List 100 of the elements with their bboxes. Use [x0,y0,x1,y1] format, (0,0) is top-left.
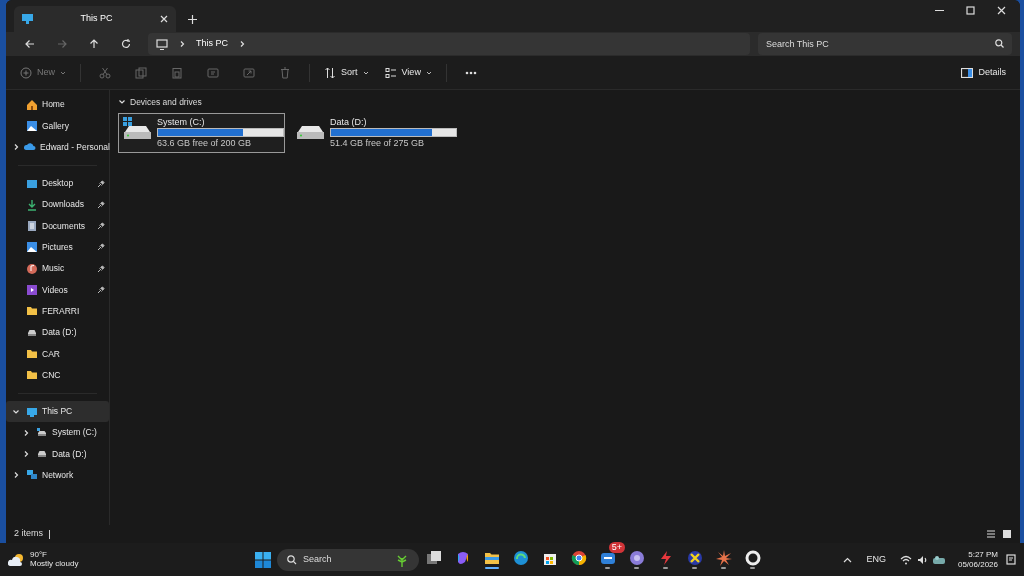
sidebar-item[interactable]: This PC [6,400,109,423]
temperature: 90°F [30,550,48,560]
caret-icon [425,69,432,76]
maximize-icon[interactable] [966,6,975,15]
sidebar-item[interactable]: Data (D:) [6,443,109,465]
more-icon[interactable] [464,70,477,75]
details-button[interactable]: Details [955,62,1012,83]
taskbar-search[interactable]: Search [277,548,419,571]
chevron-up-icon[interactable] [843,556,853,563]
cross-circle-icon[interactable] [686,550,703,566]
hard-drive-icon [295,125,325,139]
notification-icon[interactable] [1006,554,1016,565]
free-space-text: 51.4 GB free of 275 GB [330,138,426,149]
drive-icon [36,426,48,439]
new-tab-icon[interactable] [188,15,197,24]
video-icon [26,284,38,296]
details-pane-icon [961,67,974,78]
monitor-icon [156,38,168,50]
sidebar-item[interactable]: Videos [6,279,109,301]
windows-stack-icon[interactable] [425,550,442,566]
up-arrow-icon[interactable] [88,38,100,50]
picture-icon [26,241,38,254]
sidebar-item[interactable]: Gallery [6,115,109,137]
folder-icon [26,369,38,382]
drive-tile[interactable]: System (C:) 63.6 GB free of 200 GB [118,112,285,153]
sidebar-item[interactable]: Downloads [6,194,109,216]
address-bar[interactable]: This PC [148,33,750,55]
section-header[interactable]: Devices and drives [118,96,202,109]
language-indicator[interactable]: ENG [866,552,886,567]
search-field[interactable]: Search This PC [758,33,1012,55]
free-space-text: 63.6 GB free of 200 GB [157,138,253,149]
sidebar-item[interactable]: Edward - Personal [6,136,109,158]
sidebar-item[interactable]: Music [6,258,109,280]
disc-icon[interactable] [628,550,645,566]
delete-icon[interactable] [279,66,291,79]
time: 5:27 PM [968,549,998,560]
sidebar-item[interactable]: Data (D:) [6,321,109,344]
back-icon[interactable] [24,38,36,50]
sort-icon [324,66,336,79]
folder-icon [26,347,38,360]
sidebar-item[interactable]: Pictures [6,236,109,259]
details-view-icon[interactable] [986,529,996,539]
view-icon [384,66,397,79]
weather-widget[interactable]: 90°F Mostly cloudy [8,550,248,569]
drive-tile[interactable]: Data (D:) 51.4 GB free of 275 GB [291,112,458,153]
network-icon [26,469,38,482]
close-icon[interactable] [997,6,1006,15]
start-icon[interactable] [254,551,271,568]
chat-icon[interactable] [599,550,616,566]
sidebar-item[interactable]: System (C:) [6,422,109,444]
folder-icon [26,305,38,318]
music-icon [26,262,38,275]
notification-badge: 5+ [608,541,625,553]
download-icon [26,198,38,211]
breadcrumb: This PC [196,37,228,51]
sidebar-item[interactable]: FERARRI [6,300,109,322]
drive-name: Data (D:) [330,116,368,128]
monitor-icon [22,14,33,24]
caret-icon [60,69,66,76]
hard-drive-icon [122,116,152,139]
house-icon [26,98,38,111]
wifi-icon[interactable] [899,554,912,565]
sidebar-item[interactable]: Desktop [6,172,109,195]
close-icon[interactable] [160,15,168,23]
date: 05/06/2026 [957,559,998,570]
chevron-icon [178,40,186,48]
tray-app-icon[interactable] [931,554,946,565]
monitor-icon [26,405,38,418]
cloud-sun-icon [8,552,26,567]
picture-icon [26,119,38,132]
sidebar-item[interactable]: CAR [6,343,109,365]
chevron-icon [238,40,246,48]
clipboard-icon[interactable] [171,66,183,79]
item-count: 2 items [14,527,43,541]
desktop-icon [26,177,38,190]
forward-icon[interactable] [56,38,68,50]
toolbar-button[interactable]: View [378,62,438,83]
sidebar-item[interactable]: Documents [6,215,109,237]
caret-icon [362,69,369,76]
weather-condition: Mostly cloudy [30,559,79,569]
folder-icon[interactable] [483,550,500,566]
scissors-icon[interactable] [99,66,111,79]
drive-name: System (C:) [157,116,206,128]
document-icon [26,220,38,233]
refresh-icon[interactable] [120,38,132,50]
browser-circle-icon[interactable] [570,550,587,566]
tab[interactable]: This PC [14,6,176,32]
share-icon[interactable] [243,66,255,79]
wave-circle-icon[interactable] [512,550,529,566]
toolbar-button[interactable]: Sort [318,62,375,83]
plus-circle-icon [20,66,32,79]
sidebar-item[interactable]: CNC [6,364,109,386]
starburst-icon[interactable] [715,550,732,566]
sidebar-item[interactable]: Home [6,94,109,116]
clock[interactable]: 5:27 PM 05/06/2026 [957,549,998,570]
speaker-icon[interactable] [916,554,927,565]
tiles-view-icon[interactable] [1002,529,1012,539]
search-icon [995,39,1004,48]
ring-icon[interactable] [744,550,761,566]
sidebar-item[interactable]: Network [6,464,109,487]
